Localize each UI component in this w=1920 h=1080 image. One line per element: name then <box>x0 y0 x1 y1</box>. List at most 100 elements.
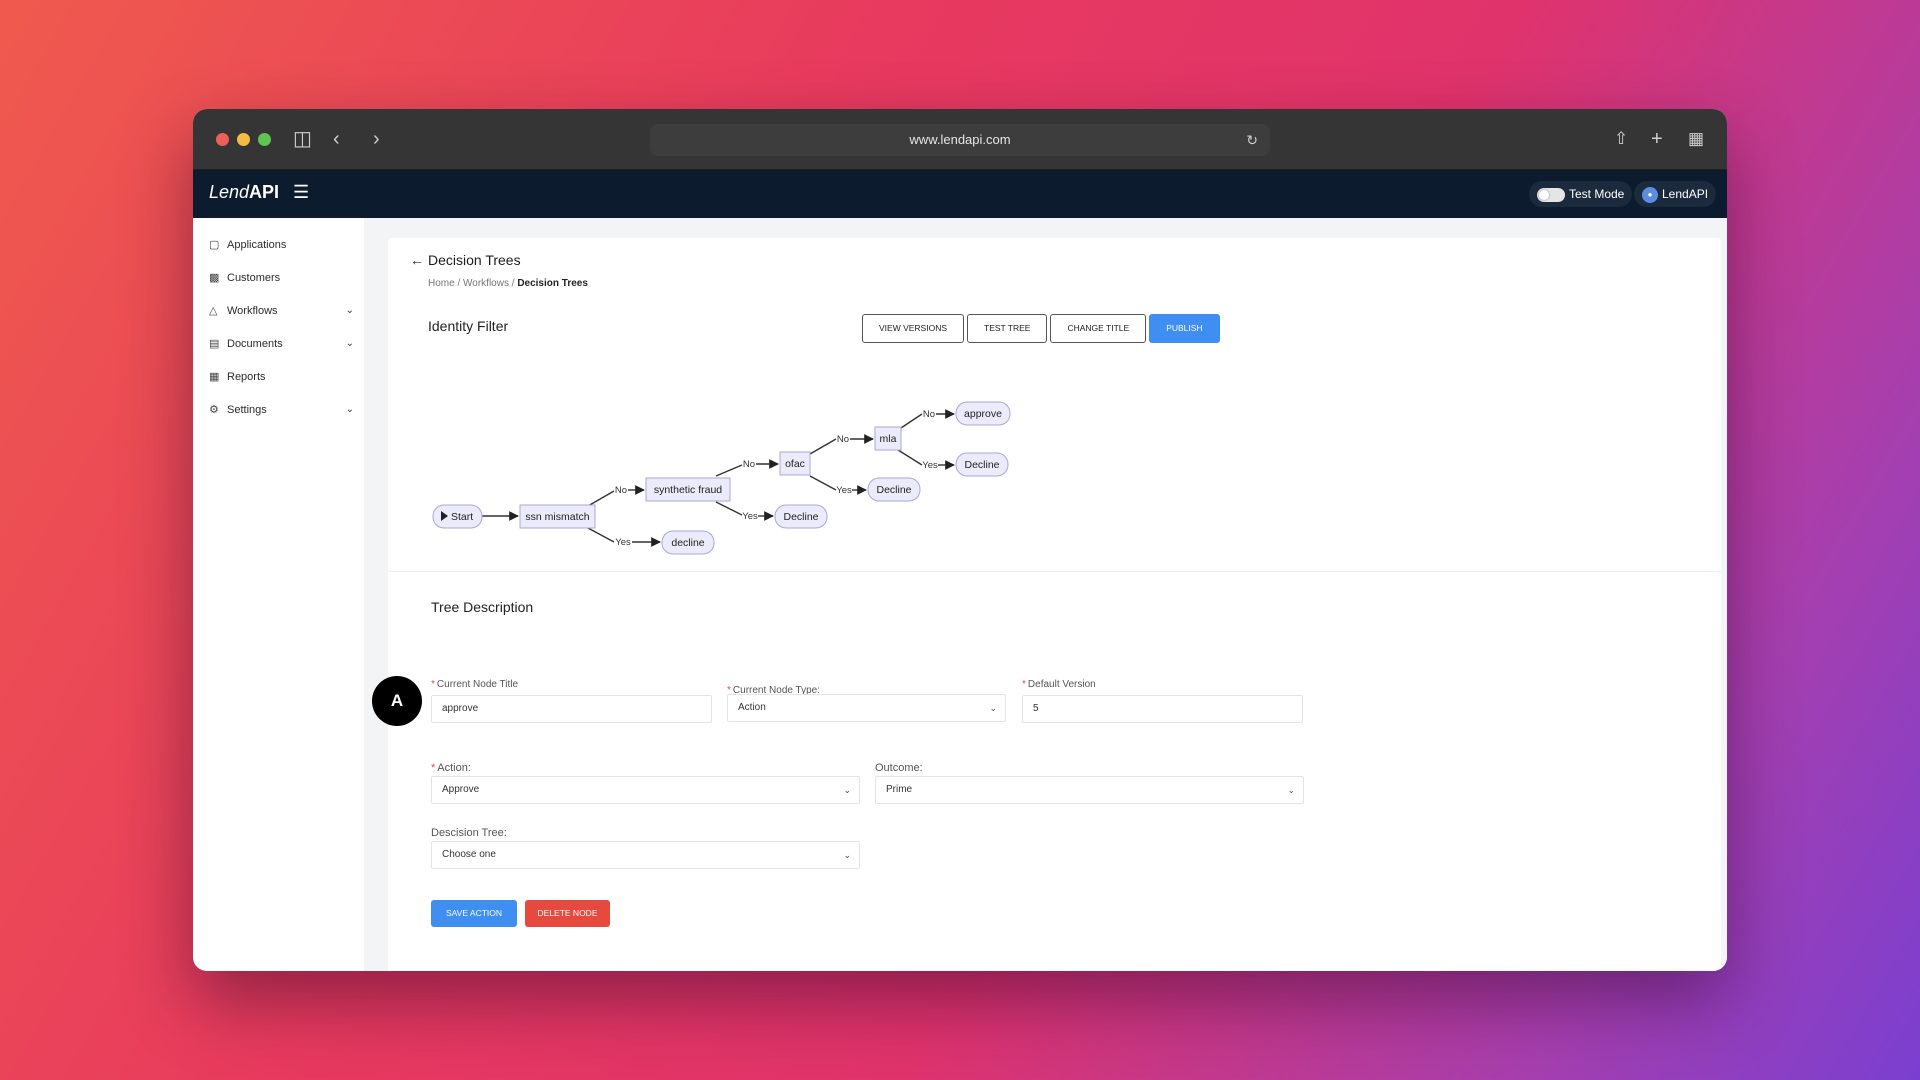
lendapi-logo[interactable]: LendAPI <box>209 182 279 203</box>
logo-bold-text: API <box>249 182 280 202</box>
main-content: ← Decision Trees Home / Workflows / Decis… <box>364 218 1727 971</box>
view-versions-button[interactable]: VIEW VERSIONS <box>862 314 965 343</box>
workflow-icon: △ <box>209 305 218 317</box>
node-type-select[interactable]: Action ⌄ <box>727 694 1006 722</box>
browser-window: ◫ ‹ › www.lendapi.com ↻ ⇧ + ▦ LendAPI ☰ … <box>193 109 1727 971</box>
user-menu[interactable]: ● LendAPI <box>1634 181 1717 207</box>
save-action-button[interactable]: SAVE ACTION <box>431 900 517 927</box>
edge-label-yes: Yes <box>615 537 631 548</box>
node-decline-ofac[interactable]: Decline <box>867 477 921 502</box>
sidebar-toggle-icon[interactable]: ◫ <box>293 126 312 152</box>
breadcrumb: Home / Workflows / Decision Trees <box>428 278 588 289</box>
edge-label-no: No <box>743 459 755 470</box>
publish-button[interactable]: PUBLISH <box>1149 314 1220 343</box>
new-tab-icon[interactable]: + <box>1651 126 1663 152</box>
outcome-label: Outcome: <box>875 762 923 774</box>
node-title-label: * Current Node Title <box>431 679 518 690</box>
node-label: ssn mismatch <box>525 511 589 523</box>
breadcrumb-home[interactable]: Home <box>428 278 455 289</box>
select-value: Prime <box>886 784 913 795</box>
node-label: approve <box>964 408 1002 420</box>
node-approve[interactable]: approve <box>955 401 1011 426</box>
chevron-down-icon: ⌄ <box>345 338 354 349</box>
action-label: * Action: <box>431 762 471 774</box>
tree-actions: VIEW VERSIONS TEST TREE CHANGE TITLE PUB… <box>862 314 1220 343</box>
test-mode-label: Test Mode <box>1569 187 1625 201</box>
node-label: ofac <box>785 458 805 470</box>
minimize-window-button[interactable] <box>237 133 250 146</box>
chevron-down-icon: ⌄ <box>345 404 354 415</box>
sidebar-item-label: Settings <box>227 403 267 416</box>
test-tree-button[interactable]: TEST TREE <box>967 314 1048 343</box>
toggle-switch[interactable] <box>1537 187 1565 202</box>
arrow-left-icon: ← <box>410 252 424 268</box>
tree-nodes: Start ssn mismatch decline synthetic fra… <box>432 401 1011 555</box>
sidebar-item-documents[interactable]: ▤ Documents ⌄ <box>193 327 364 360</box>
chart-icon: ▦ <box>209 371 220 383</box>
node-title-input[interactable]: approve <box>431 695 712 723</box>
edge-mla-yes <box>897 449 923 466</box>
section-title: Tree Description <box>431 599 534 615</box>
avatar: ● <box>1642 186 1658 203</box>
breadcrumb-workflows[interactable]: Workflows <box>463 278 509 289</box>
share-icon[interactable]: ⇧ <box>1614 126 1628 152</box>
sidebar-item-settings[interactable]: ⚙ Settings ⌄ <box>193 393 364 426</box>
change-title-button[interactable]: CHANGE TITLE <box>1050 314 1147 343</box>
node-decline-mla[interactable]: Decline <box>955 452 1009 477</box>
sidebar-item-reports[interactable]: ▦ Reports <box>193 360 364 393</box>
default-version-label: * Default Version <box>1022 679 1096 690</box>
edge-ofac-yes <box>809 475 837 491</box>
edge-label-no: No <box>923 409 935 420</box>
close-window-button[interactable] <box>216 133 229 146</box>
file-icon: ▤ <box>209 338 220 350</box>
edge-label-no: No <box>837 434 849 445</box>
tab-overview-icon[interactable]: ▦ <box>1688 126 1704 152</box>
required-asterisk: * <box>431 762 436 774</box>
node-ssn-mismatch[interactable]: ssn mismatch <box>519 504 596 529</box>
address-bar[interactable]: www.lendapi.com ↻ <box>650 124 1270 156</box>
sidebar-item-customers[interactable]: ▩ Customers <box>193 261 364 294</box>
back-icon[interactable]: ‹ <box>333 126 340 152</box>
node-synthetic-fraud[interactable]: synthetic fraud <box>645 477 731 502</box>
node-ofac[interactable]: ofac <box>779 451 811 476</box>
delete-node-button[interactable]: DELETE NODE <box>525 900 610 927</box>
action-select[interactable]: Approve ⌄ <box>431 776 860 804</box>
node-decline-synthetic[interactable]: Decline <box>774 504 828 529</box>
menu-collapse-icon[interactable]: ☰ <box>293 182 309 203</box>
node-decline-ssn[interactable]: decline <box>661 530 715 555</box>
default-version-input[interactable]: 5 <box>1022 695 1303 723</box>
logo-light-text: Lend <box>209 182 250 202</box>
node-label: Decline <box>783 511 818 523</box>
node-mla[interactable]: mla <box>874 426 902 451</box>
edge-label-no: No <box>615 485 627 496</box>
edge-label-yes: Yes <box>836 485 852 496</box>
user-label: LendAPI <box>1662 187 1709 201</box>
sidebar-item-workflows[interactable]: △ Workflows ⌄ <box>193 294 364 327</box>
tree-name: Identity Filter <box>428 318 509 334</box>
node-label: Decline <box>964 459 999 471</box>
document-icon: ▢ <box>209 239 220 251</box>
required-asterisk: * <box>1022 679 1026 690</box>
edge-ssn-yes <box>587 527 615 543</box>
edge-sf-no <box>715 464 743 477</box>
sidebar-item-label: Workflows <box>227 304 278 317</box>
sidebar-item-label: Applications <box>227 238 287 251</box>
select-value: Action <box>738 702 766 713</box>
node-start[interactable]: Start <box>432 504 483 529</box>
edge-ssn-no <box>587 490 615 507</box>
node-label: mla <box>880 433 897 445</box>
select-value: Approve <box>442 784 480 795</box>
chevron-down-icon: ⌄ <box>843 785 851 795</box>
outcome-select[interactable]: Prime ⌄ <box>875 776 1304 804</box>
sidebar-item-applications[interactable]: ▢ Applications <box>193 228 364 261</box>
app-header: LendAPI ☰ Test Mode ● LendAPI <box>193 170 1727 218</box>
decision-tree-select[interactable]: Choose one ⌄ <box>431 841 860 869</box>
test-mode-toggle[interactable]: Test Mode <box>1529 181 1633 207</box>
label-text: Default Version <box>1027 679 1096 690</box>
forward-icon[interactable]: › <box>373 126 380 152</box>
reload-icon[interactable]: ↻ <box>1246 124 1258 156</box>
back-link[interactable]: ← Decision Trees <box>410 252 521 268</box>
maximize-window-button[interactable] <box>258 133 271 146</box>
gear-icon: ⚙ <box>209 404 219 416</box>
edge-sf-yes <box>715 501 743 516</box>
